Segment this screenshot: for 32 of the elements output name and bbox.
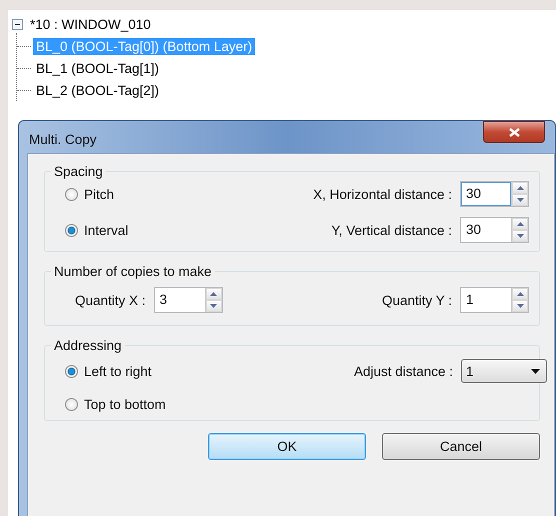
field-label: Adjust distance : [354,364,453,378]
field-label: X, Horizontal distance : [313,186,452,202]
spin-up-button[interactable] [512,182,528,194]
caret-icon [531,368,540,374]
field-label: Quantity X : [75,292,146,308]
spin-down-button[interactable] [512,194,528,206]
radio-button[interactable] [65,188,78,200]
radio-label[interactable]: Left to right [84,364,152,378]
up-arrow-icon [516,186,524,190]
dropdown[interactable]: 1 [461,359,547,383]
field-label: Quantity Y : [382,292,452,308]
radio-button[interactable] [65,364,78,378]
radio-button[interactable] [65,398,78,411]
dialog-button[interactable]: Cancel [382,433,540,460]
group-title: Spacing [53,164,104,179]
tree-node[interactable]: *10 : WINDOW_010 [27,16,154,32]
group-title: Addressing [53,338,123,353]
field-label: Y, Vertical distance : [331,222,452,238]
group-title: Number of copies to make [53,264,213,279]
dialog-button[interactable]: OK [208,433,366,460]
window-title: Multi. Copy [28,132,97,146]
tree-item[interactable]: BL_2 (BOOL-Tag[2]) [33,82,162,98]
radio-label[interactable]: Pitch [84,186,114,202]
tree-item[interactable]: BL_1 (BOOL-Tag[1]) [33,60,162,76]
number-field[interactable]: 30 [461,182,511,206]
radio-label[interactable]: Interval [84,222,128,238]
collapse-icon[interactable] [12,18,23,30]
radio-button[interactable] [65,224,78,236]
radio-label[interactable]: Top to bottom [84,397,166,412]
close-icon [508,128,520,136]
close-button[interactable] [483,121,545,143]
down-arrow-icon [516,198,524,202]
